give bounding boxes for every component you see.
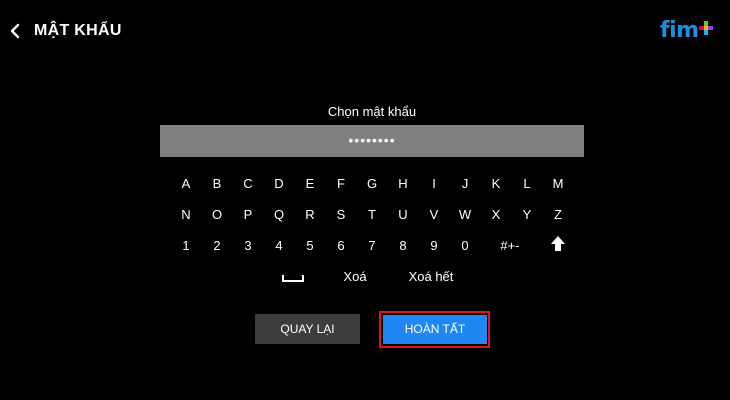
space-key[interactable] [281, 266, 305, 288]
logo-plus-icon [698, 21, 713, 35]
logo-text: fim [660, 18, 699, 43]
key-7[interactable]: 7 [360, 235, 384, 257]
key-r[interactable]: R [298, 204, 322, 226]
key-4[interactable]: 4 [267, 235, 291, 257]
chevron-left-icon[interactable] [8, 22, 22, 40]
done-button[interactable]: HOÀN TẤT [383, 315, 487, 344]
password-field-label: Chọn mật khẩu [327, 104, 417, 119]
key-f[interactable]: F [329, 173, 353, 195]
key-d[interactable]: D [267, 173, 291, 195]
fim-plus-logo: fim [660, 20, 713, 42]
back-button[interactable]: QUAY LẠI [255, 314, 360, 344]
delete-key[interactable]: Xoá [334, 266, 376, 288]
key-8[interactable]: 8 [391, 235, 415, 257]
back-nav-button[interactable]: MẬT KHẨU [8, 22, 122, 40]
shift-key[interactable] [549, 235, 567, 255]
key-6[interactable]: 6 [329, 235, 353, 257]
key-c[interactable]: C [236, 173, 260, 195]
key-0[interactable]: 0 [453, 235, 477, 257]
key-1[interactable]: 1 [174, 235, 198, 257]
key-w[interactable]: W [453, 204, 477, 226]
page-title: MẬT KHẨU [34, 22, 122, 39]
key-m[interactable]: M [546, 173, 570, 195]
key-o[interactable]: O [205, 204, 229, 226]
arrow-up-icon[interactable] [549, 236, 567, 257]
key-u[interactable]: U [391, 204, 415, 226]
password-input[interactable]: •••••••• [160, 125, 584, 157]
key-i[interactable]: I [422, 173, 446, 195]
key-k[interactable]: K [484, 173, 508, 195]
key-symbols[interactable]: #+- [480, 235, 540, 257]
key-t[interactable]: T [360, 204, 384, 226]
key-9[interactable]: 9 [422, 235, 446, 257]
key-h[interactable]: H [391, 173, 415, 195]
key-j[interactable]: J [453, 173, 477, 195]
key-v[interactable]: V [422, 204, 446, 226]
key-q[interactable]: Q [267, 204, 291, 226]
space-bar-icon[interactable] [281, 266, 305, 288]
key-p[interactable]: P [236, 204, 260, 226]
key-z[interactable]: Z [546, 204, 570, 226]
key-5[interactable]: 5 [298, 235, 322, 257]
key-b[interactable]: B [205, 173, 229, 195]
key-l[interactable]: L [515, 173, 539, 195]
key-a[interactable]: A [174, 173, 198, 195]
key-e[interactable]: E [298, 173, 322, 195]
password-screen: MẬT KHẨU fim Chọn mật khẩu •••••••• ABCD… [0, 0, 730, 400]
key-n[interactable]: N [174, 204, 198, 226]
key-s[interactable]: S [329, 204, 353, 226]
key-g[interactable]: G [360, 173, 384, 195]
key-2[interactable]: 2 [205, 235, 229, 257]
key-x[interactable]: X [484, 204, 508, 226]
clear-all-key[interactable]: Xoá hết [403, 266, 459, 288]
header: MẬT KHẨU fim [0, 0, 730, 66]
key-3[interactable]: 3 [236, 235, 260, 257]
key-y[interactable]: Y [515, 204, 539, 226]
